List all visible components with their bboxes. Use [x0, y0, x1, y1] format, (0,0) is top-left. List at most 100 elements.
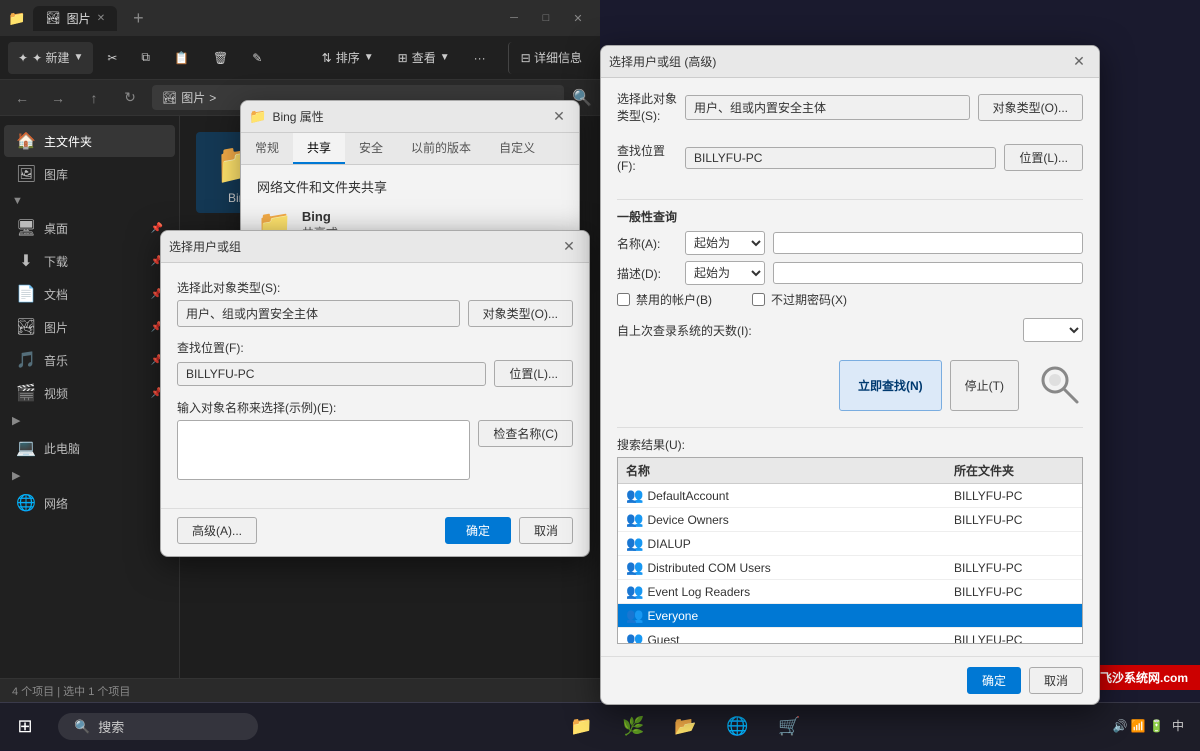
result-row-4[interactable]: 👥 Event Log Readers BILLYFU-PC — [618, 580, 1082, 604]
check-names-button[interactable]: 检查名称(C) — [478, 420, 573, 447]
taskbar-app2-icon[interactable]: 📂 — [663, 705, 707, 749]
location-button[interactable]: 位置(L)... — [494, 360, 573, 387]
adv-results-table[interactable]: 名称 所在文件夹 👥 DefaultAccount BILLYFU-PC 👥 D… — [617, 457, 1083, 644]
no-expire-check[interactable] — [752, 293, 765, 306]
adv-name-input[interactable] — [773, 232, 1083, 254]
row-name-6: Guest — [647, 633, 679, 645]
view-button[interactable]: ⊞ 查看 ▼ — [388, 42, 460, 74]
result-row-0[interactable]: 👥 DefaultAccount BILLYFU-PC — [618, 484, 1082, 508]
close-button[interactable]: ✕ — [564, 4, 592, 32]
stop-button[interactable]: 停止(T) — [950, 360, 1019, 411]
more-button[interactable]: ··· — [464, 42, 496, 74]
adv-ok-button[interactable]: 确定 — [967, 667, 1021, 694]
search-now-button[interactable]: 立即查找(N) — [839, 360, 942, 411]
adv-days-select[interactable] — [1023, 318, 1083, 342]
divider2 — [617, 427, 1083, 428]
adv-cancel-button[interactable]: 取消 — [1029, 667, 1083, 694]
obj-type-button[interactable]: 对象类型(O)... — [468, 300, 573, 327]
up-button[interactable]: ↑ — [80, 84, 108, 112]
detail-panel-button[interactable]: ⊟ 详细信息 — [508, 42, 592, 74]
bing-dialog-close[interactable]: ✕ — [547, 105, 571, 129]
tab-previous[interactable]: 以前的版本 — [397, 133, 485, 164]
result-row-2[interactable]: 👥 DIALUP — [618, 532, 1082, 556]
obj-type-input-row: 用户、组或内置安全主体 对象类型(O)... — [177, 300, 573, 327]
result-row-6[interactable]: 👥 Guest BILLYFU-PC — [618, 628, 1082, 644]
advanced-dialog-close[interactable]: ✕ — [1067, 50, 1091, 74]
new-button[interactable]: ✦ ✦ 新建 ▼ — [8, 42, 93, 74]
sidebar-pc-header: ▶ — [0, 410, 179, 431]
ok-button[interactable]: 确定 — [445, 517, 511, 544]
sidebar-item-videos[interactable]: 🎬 视频 📌 — [4, 377, 175, 409]
result-row-1[interactable]: 👥 Device Owners BILLYFU-PC — [618, 508, 1082, 532]
copy-button[interactable]: ⧉ — [131, 42, 160, 74]
adv-obj-type-button[interactable]: 对象类型(O)... — [978, 94, 1083, 121]
bing-section-title: 网络文件和文件夹共享 — [257, 177, 563, 196]
chevron-right-icon: ▶ — [12, 414, 20, 427]
tab-custom[interactable]: 自定义 — [485, 133, 549, 164]
adv-results-section: 搜索结果(U): 名称 所在文件夹 👥 DefaultAccount BILLY… — [617, 436, 1083, 644]
cut-icon: ✂ — [107, 51, 117, 65]
explorer-tab-close[interactable]: ✕ — [97, 13, 105, 24]
taskbar-time: 中 — [1172, 718, 1184, 735]
taskbar-store-icon[interactable]: 🛒 — [767, 705, 811, 749]
disabled-check[interactable] — [617, 293, 630, 306]
sidebar-item-pictures[interactable]: 🏞 图片 📌 — [4, 311, 175, 343]
minimize-button[interactable]: ─ — [500, 4, 528, 32]
taskbar-edge-icon[interactable]: 🌐 — [715, 705, 759, 749]
adv-name-filter[interactable]: 起始为 — [685, 231, 765, 255]
sidebar-item-gallery[interactable]: 🖼 图库 — [4, 158, 175, 190]
cancel-button[interactable]: 取消 — [519, 517, 573, 544]
adv-no-expire-checkbox[interactable]: 不过期密码(X) — [752, 291, 847, 308]
advanced-button[interactable]: 高级(A)... — [177, 517, 257, 544]
location-row: 查找位置(F): BILLYFU-PC 位置(L)... — [177, 339, 573, 387]
row-name-1: Device Owners — [647, 513, 728, 527]
delete-button[interactable]: 🗑 — [203, 42, 238, 74]
back-button[interactable]: ← — [8, 84, 36, 112]
explorer-tab[interactable]: 🏞 图片 ✕ — [33, 6, 117, 31]
obj-type-field: 用户、组或内置安全主体 — [177, 300, 460, 327]
result-row-3[interactable]: 👥 Distributed COM Users BILLYFU-PC — [618, 556, 1082, 580]
thispc-icon: 💻 — [16, 438, 36, 458]
taskbar-explorer-icon[interactable]: 📁 — [559, 705, 603, 749]
sidebar-item-thispc[interactable]: 💻 此电脑 — [4, 432, 175, 464]
taskbar-search[interactable]: 🔍 搜索 — [58, 713, 258, 740]
select-dialog-title-bar: 选择用户或组 ✕ — [161, 231, 589, 263]
system-tray-icons: 🔊 📶 🔋 — [1112, 719, 1164, 733]
advanced-dialog-title-bar: 选择用户或组 (高级) ✕ — [601, 46, 1099, 78]
taskbar-app1-icon[interactable]: 🌿 — [611, 705, 655, 749]
row-name-2: DIALUP — [647, 537, 690, 551]
rename-button[interactable]: ✎ — [242, 42, 272, 74]
tab-share[interactable]: 共享 — [293, 133, 345, 164]
sidebar-item-desktop[interactable]: 🖥 桌面 📌 — [4, 212, 175, 244]
sidebar-item-music[interactable]: 🎵 音乐 📌 — [4, 344, 175, 376]
col-name-header: 名称 — [626, 462, 954, 479]
start-button[interactable]: ⊞ — [0, 703, 50, 751]
adv-query-title: 一般性查询 — [617, 208, 1083, 225]
adv-name-label: 名称(A): — [617, 235, 677, 252]
adv-desc-input[interactable] — [773, 262, 1083, 284]
tab-security[interactable]: 安全 — [345, 133, 397, 164]
maximize-button[interactable]: □ — [532, 4, 560, 32]
add-tab-button[interactable]: + — [133, 8, 144, 29]
select-dialog-close[interactable]: ✕ — [557, 235, 581, 259]
sidebar-item-home[interactable]: 🏠 主文件夹 — [4, 125, 175, 157]
obj-type-label: 选择此对象类型(S): — [177, 279, 573, 296]
sidebar-item-documents[interactable]: 📄 文档 📌 — [4, 278, 175, 310]
tab-general[interactable]: 常规 — [241, 133, 293, 164]
delete-icon: 🗑 — [213, 51, 228, 65]
refresh-button[interactable]: ↻ — [116, 84, 144, 112]
sidebar-pinned-header: ▼ — [0, 191, 179, 211]
input-name-field[interactable] — [177, 420, 470, 480]
sidebar-item-downloads[interactable]: ⬇ 下载 📌 — [4, 245, 175, 277]
sidebar-item-network[interactable]: 🌐 网络 — [4, 487, 175, 519]
sort-button[interactable]: ⇅ 排序 ▼ — [312, 42, 384, 74]
adv-disabled-checkbox[interactable]: 禁用的帐户(B) — [617, 291, 712, 308]
adv-location-button[interactable]: 位置(L)... — [1004, 144, 1083, 171]
cut-button[interactable]: ✂ — [97, 42, 127, 74]
forward-button[interactable]: → — [44, 84, 72, 112]
adv-desc-filter[interactable]: 起始为 — [685, 261, 765, 285]
paste-button[interactable]: 📋 — [164, 42, 199, 74]
result-row-5[interactable]: 👥 Everyone — [618, 604, 1082, 628]
chevron-down-icon: ▼ — [12, 195, 23, 207]
input-name-input-row: 检查名称(C) — [177, 420, 573, 480]
